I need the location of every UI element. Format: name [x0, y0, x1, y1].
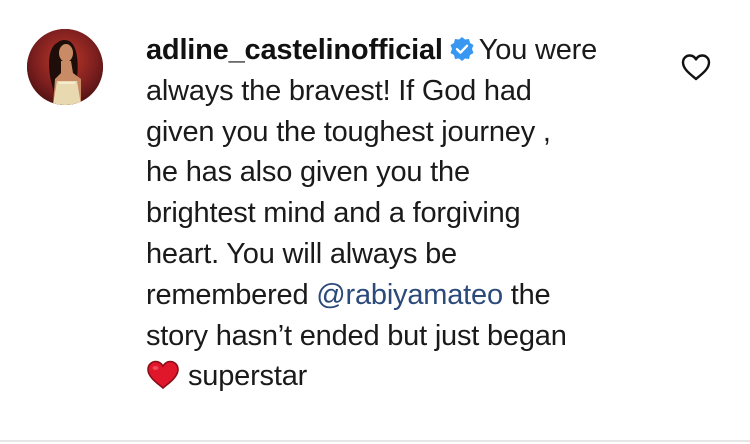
comment-text-line-4: he has also given you the: [146, 156, 470, 189]
comment-text-line-2: always the bravest! If God had: [146, 74, 532, 107]
avatar-image: [27, 29, 103, 105]
avatar[interactable]: [27, 29, 103, 105]
comment-text-line-8: story hasn’t ended but just began: [146, 319, 567, 352]
heart-outline-icon: [681, 54, 711, 81]
mention-link[interactable]: @rabiyamateo: [316, 279, 503, 311]
verified-badge-icon: [449, 33, 475, 61]
comment-line-7: remembered @rabiyamateo the: [146, 275, 666, 316]
comment-body: adline_castelinofficial You were always …: [146, 30, 666, 397]
comment-text-line-5: brightest mind and a forgiving: [146, 197, 521, 230]
divider: [0, 440, 750, 442]
comment-text-line-9: superstar: [188, 360, 308, 393]
comment-text-line-6: heart. You will always be: [146, 237, 457, 270]
comment-line-9: superstar: [146, 356, 666, 397]
comment: adline_castelinofficial You were always …: [0, 0, 750, 444]
comment-text-line-3: given you the toughest journey ,: [146, 115, 551, 148]
comment-text-line-1: You were: [478, 34, 598, 66]
like-button[interactable]: [680, 53, 712, 81]
red-heart-emoji-icon: [146, 360, 180, 390]
comment-text-line-7a: remembered: [146, 278, 317, 311]
comment-text-line-7b: the: [502, 278, 551, 311]
comment-line-1: adline_castelinofficial You were: [146, 30, 666, 71]
username-link[interactable]: adline_castelinofficial: [146, 34, 443, 66]
